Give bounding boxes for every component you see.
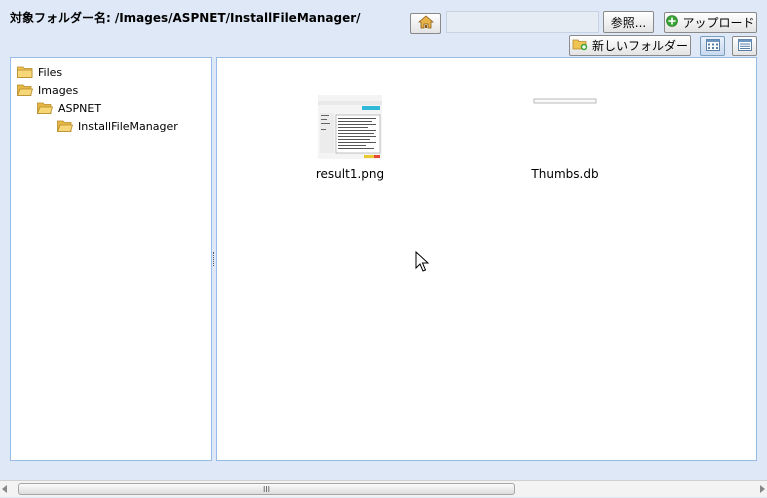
new-folder-button-label: 新しいフォルダー	[591, 39, 688, 53]
scrollbar-thumb[interactable]: III	[18, 483, 515, 495]
horizontal-scrollbar[interactable]: III	[0, 480, 767, 497]
thumbnail-view-icon	[705, 38, 720, 54]
tree-node-label: Files	[38, 65, 63, 79]
home-button[interactable]	[410, 13, 441, 34]
list-view-icon	[737, 38, 752, 54]
tree-node-installfilemanager[interactable]: InstallFileManager	[57, 117, 178, 135]
tree-node-aspnet[interactable]: ASPNET	[37, 99, 101, 117]
tree-node-label: ASPNET	[58, 101, 102, 115]
upload-button[interactable]: アップロード	[664, 12, 757, 33]
add-circle-icon	[666, 15, 679, 30]
header-label: 対象フォルダー名:/Images/ASPNET/InstallFileManag…	[10, 9, 361, 26]
splitter-grip-icon	[213, 252, 215, 266]
new-folder-button[interactable]: 新しいフォルダー	[569, 35, 691, 56]
file-name: result1.png	[315, 167, 385, 181]
folder-open-icon	[57, 120, 73, 132]
upload-button-label: アップロード	[682, 16, 755, 30]
file-item-result1[interactable]: result1.png	[280, 95, 420, 181]
mouse-cursor-icon	[415, 250, 430, 273]
home-icon	[417, 15, 434, 32]
file-name: Thumbs.db	[531, 167, 599, 181]
scroll-left-icon[interactable]	[2, 485, 7, 493]
target-folder-label: 対象フォルダー名:	[10, 11, 111, 25]
folder-closed-icon	[17, 66, 33, 78]
target-folder-path: /Images/ASPNET/InstallFileManager/	[114, 11, 361, 25]
tree-node-label: Images	[38, 83, 79, 97]
folder-open-icon	[37, 102, 53, 114]
browse-button[interactable]: 参照...	[603, 11, 654, 33]
folder-tree-panel: Files Images ASPNET InstallFileManager	[10, 57, 212, 461]
new-folder-icon	[572, 37, 588, 54]
scroll-right-icon[interactable]	[760, 485, 765, 493]
folder-open-icon	[17, 84, 33, 96]
file-item-thumbs-db[interactable]: Thumbs.db	[495, 95, 635, 181]
file-list-panel: result1.png Thumbs.db	[216, 57, 757, 461]
file-thumbnail	[533, 95, 597, 159]
list-view-button[interactable]	[732, 36, 757, 56]
tree-node-files[interactable]: Files	[17, 63, 62, 81]
tree-node-label: InstallFileManager	[78, 119, 178, 133]
thumbnail-view-button[interactable]	[700, 36, 725, 56]
tree-node-images[interactable]: Images	[17, 81, 78, 99]
upload-file-input[interactable]	[446, 11, 599, 33]
image-thumbnail	[318, 95, 382, 159]
